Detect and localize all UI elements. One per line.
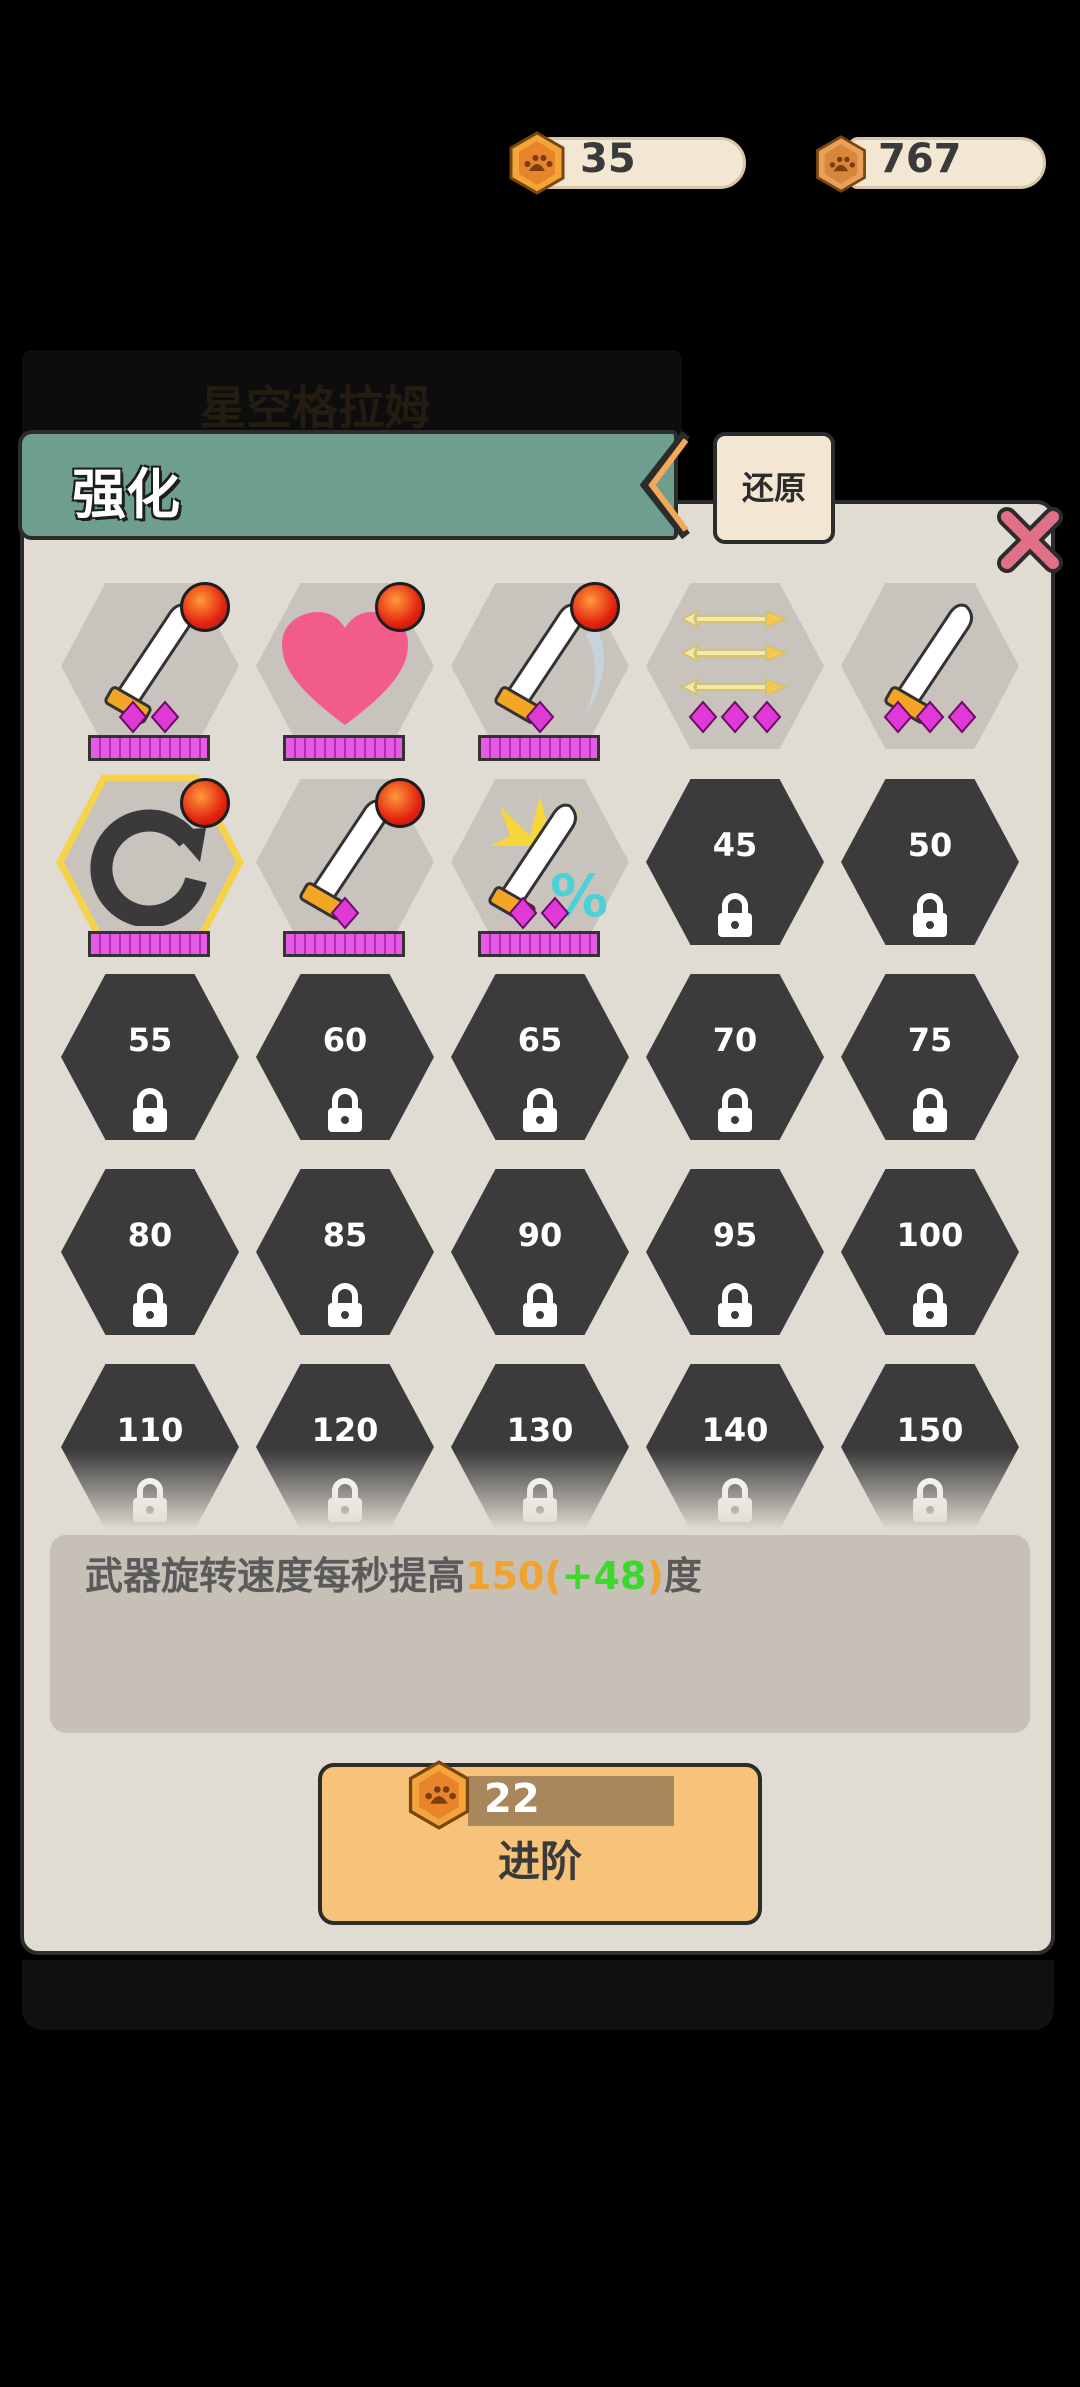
unlock-level: 120 [311,1411,379,1449]
lock-icon [913,1283,947,1327]
lock-icon [913,1088,947,1132]
currency-primary-value: 35 [580,136,636,182]
notification-dot [180,582,230,632]
unlock-level: 50 [907,826,953,864]
arrows-icon [680,608,789,698]
lock-icon [523,1088,557,1132]
unlock-level: 65 [517,1021,563,1059]
unlock-level: 45 [712,826,758,864]
lock-icon [718,893,752,937]
notification-dot [180,778,230,828]
gem-icon [883,700,977,734]
lock-icon [913,893,947,937]
unlock-level: 110 [116,1411,184,1449]
unlock-level: 150 [896,1411,964,1449]
lock-icon [133,1088,167,1132]
lock-icon [328,1283,362,1327]
currency-secondary-value: 767 [878,136,962,182]
gem-icon [508,896,570,930]
advance-label: 进阶 [497,1837,582,1886]
unlock-level: 55 [127,1021,173,1059]
notification-dot [375,582,425,632]
lock-icon [133,1283,167,1327]
level-bar [478,735,600,761]
unlock-level: 85 [322,1216,368,1254]
description-text: 武器旋转速度每秒提高150(+48)度 [85,1554,702,1598]
gem-icon [688,700,782,734]
lock-icon [718,1088,752,1132]
level-bar [478,931,600,957]
paw-coin-icon [408,1760,470,1830]
background-title: 星空格拉姆 [200,381,430,435]
unlock-level: 130 [506,1411,574,1449]
unlock-level: 60 [322,1021,368,1059]
unlock-level: 80 [127,1216,173,1254]
gem-icon [330,896,360,930]
lock-icon [328,1088,362,1132]
unlock-level: 95 [712,1216,758,1254]
level-bar [88,931,210,957]
unlock-level: 140 [701,1411,769,1449]
level-bar [88,735,210,761]
close-icon[interactable] [995,505,1065,575]
panel-shadow [22,1960,1054,2030]
notification-dot [375,778,425,828]
paw-coin-icon [816,135,866,193]
paw-coin-icon [509,131,565,195]
notification-dot [570,582,620,632]
unlock-level: 90 [517,1216,563,1254]
gem-icon [525,700,555,734]
lock-icon [718,1283,752,1327]
unlock-level: 75 [907,1021,953,1059]
page-title: 强化 [72,463,180,526]
lock-icon [523,1283,557,1327]
gem-icon [118,700,180,734]
unlock-level: 70 [712,1021,758,1059]
level-bar [283,931,405,957]
unlock-level: 100 [896,1216,964,1254]
level-bar [283,735,405,761]
restore-button[interactable]: 还原 [713,432,835,544]
scroll-fade [40,1450,1040,1530]
advance-cost: 22 [484,1776,540,1822]
header-arrow-icon [639,430,690,540]
